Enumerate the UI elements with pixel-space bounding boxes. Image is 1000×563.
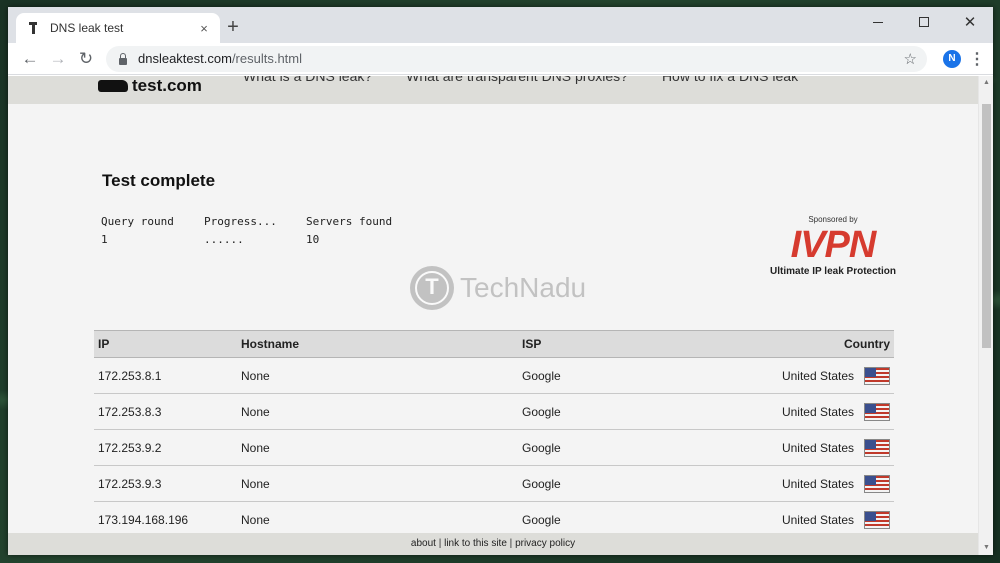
cell-hostname: None bbox=[237, 429, 518, 466]
cell-country: United States bbox=[781, 368, 854, 383]
site-favicon-icon bbox=[26, 21, 40, 35]
header-ip: IP bbox=[94, 330, 237, 358]
profile-avatar[interactable]: N bbox=[943, 49, 961, 68]
results-table: IP Hostname ISP Country 172.253.8.1 None… bbox=[94, 330, 894, 538]
progress-stat: Progress... ...... bbox=[204, 215, 277, 246]
maximize-button[interactable] bbox=[901, 7, 947, 37]
cell-ip: 172.253.8.1 bbox=[94, 357, 237, 394]
cell-hostname: None bbox=[237, 393, 518, 430]
query-round-stat: Query round 1 bbox=[101, 215, 174, 246]
us-flag-icon bbox=[864, 438, 890, 457]
table-row: 172.253.8.3 None Google United States bbox=[94, 393, 894, 430]
nav-link-transparent-dns-proxies[interactable]: What are transparent DNS proxies? bbox=[406, 76, 628, 84]
nav-link-how-to-fix[interactable]: How to fix a DNS leak bbox=[662, 76, 798, 84]
servers-found-stat: Servers found 10 bbox=[306, 215, 392, 246]
table-row: 172.253.9.3 None Google United States bbox=[94, 465, 894, 502]
menu-kebab-icon[interactable]: ⋮ bbox=[969, 49, 985, 69]
us-flag-icon bbox=[864, 366, 890, 385]
table-row: 172.253.9.2 None Google United States bbox=[94, 429, 894, 466]
tab-close-icon[interactable]: × bbox=[196, 21, 212, 36]
logo-text: test.com bbox=[132, 76, 202, 95]
browser-toolbar: ← → ↻ dnsleaktest.com/results.html ☆ N ⋮ bbox=[8, 43, 993, 75]
us-flag-icon bbox=[864, 402, 890, 421]
table-header-row: IP Hostname ISP Country bbox=[94, 330, 894, 358]
cell-ip: 172.253.8.3 bbox=[94, 393, 237, 430]
minimize-button[interactable] bbox=[855, 7, 901, 37]
close-window-button[interactable]: ✕ bbox=[947, 7, 993, 37]
site-header: test.com What is a DNS leak? What are tr… bbox=[8, 76, 978, 104]
cell-ip: 172.253.9.2 bbox=[94, 429, 237, 466]
progress-label: Progress... bbox=[204, 215, 277, 228]
site-logo[interactable]: test.com bbox=[98, 76, 202, 96]
header-isp: ISP bbox=[518, 330, 718, 358]
sponsor-label: Sponsored by bbox=[808, 215, 858, 224]
cell-isp: Google bbox=[518, 357, 718, 394]
footer-link-to-site[interactable]: link to this site bbox=[444, 538, 507, 549]
lock-icon[interactable] bbox=[118, 52, 128, 65]
technadu-logo-icon bbox=[410, 266, 454, 310]
reload-button[interactable]: ↻ bbox=[72, 45, 100, 73]
page-title: Test complete bbox=[102, 171, 216, 190]
site-nav: What is a DNS leak? What are transparent… bbox=[243, 76, 832, 84]
logo-mark-icon bbox=[98, 80, 128, 92]
footer-link-privacy[interactable]: privacy policy bbox=[515, 538, 575, 549]
scrollbar-thumb[interactable] bbox=[982, 104, 991, 348]
site-footer: about | link to this site | privacy poli… bbox=[8, 533, 978, 555]
cell-isp: Google bbox=[518, 393, 718, 430]
tab-title: DNS leak test bbox=[50, 21, 124, 35]
scroll-up-icon[interactable]: ▲ bbox=[979, 76, 993, 90]
scroll-down-icon[interactable]: ▼ bbox=[979, 541, 993, 555]
cell-isp: Google bbox=[518, 429, 718, 466]
servers-found-label: Servers found bbox=[306, 215, 393, 228]
url-path: /results.html bbox=[231, 51, 303, 66]
tab-dns-leak-test[interactable]: DNS leak test × bbox=[16, 13, 220, 43]
browser-window: DNS leak test × + ✕ ← → ↻ dnsleaktest.co… bbox=[8, 7, 993, 555]
sponsor-tagline: Ultimate IP leak Protection bbox=[770, 266, 896, 277]
forward-button[interactable]: → bbox=[44, 45, 72, 73]
tab-strip: DNS leak test × + ✕ bbox=[8, 7, 993, 43]
page-viewport: test.com What is a DNS leak? What are tr… bbox=[8, 76, 993, 555]
minimize-icon bbox=[873, 21, 883, 23]
cell-hostname: None bbox=[237, 465, 518, 502]
query-round-label: Query round bbox=[101, 215, 174, 228]
footer-link-about[interactable]: about bbox=[411, 538, 436, 549]
us-flag-icon bbox=[864, 510, 890, 529]
maximize-icon bbox=[919, 17, 929, 27]
url-host: dnsleaktest.com bbox=[138, 51, 232, 66]
page-scrollbar[interactable]: ▲ ▼ bbox=[978, 76, 993, 555]
query-round-value: 1 bbox=[101, 233, 108, 246]
header-hostname: Hostname bbox=[237, 330, 518, 358]
ivpn-logo: IVPN bbox=[790, 224, 877, 266]
sponsor-banner[interactable]: Sponsored by IVPN Ultimate IP leak Prote… bbox=[748, 215, 918, 277]
table-row: 172.253.8.1 None Google United States bbox=[94, 357, 894, 394]
cell-country: United States bbox=[781, 404, 854, 419]
progress-value: ...... bbox=[204, 233, 244, 246]
back-button[interactable]: ← bbox=[16, 45, 44, 73]
cell-isp: Google bbox=[518, 465, 718, 502]
servers-found-value: 10 bbox=[306, 233, 320, 246]
nav-link-what-is-dns-leak[interactable]: What is a DNS leak? bbox=[243, 76, 372, 84]
technadu-watermark: TechNadu bbox=[410, 266, 586, 310]
cell-country: United States bbox=[781, 440, 854, 455]
cell-hostname: None bbox=[237, 357, 518, 394]
bookmark-star-icon[interactable]: ☆ bbox=[904, 50, 917, 68]
watermark-text: TechNadu bbox=[460, 272, 587, 303]
header-country: Country bbox=[718, 330, 894, 358]
us-flag-icon bbox=[864, 474, 890, 493]
cell-ip: 172.253.9.3 bbox=[94, 465, 237, 502]
new-tab-button[interactable]: + bbox=[222, 17, 244, 39]
footer-separator: | bbox=[506, 538, 516, 549]
footer-separator: | bbox=[435, 538, 445, 549]
address-bar[interactable]: dnsleaktest.com/results.html ☆ bbox=[106, 45, 927, 72]
window-controls: ✕ bbox=[855, 7, 993, 37]
cell-country: United States bbox=[781, 512, 854, 527]
cell-country: United States bbox=[781, 476, 854, 491]
close-icon: ✕ bbox=[963, 14, 977, 31]
